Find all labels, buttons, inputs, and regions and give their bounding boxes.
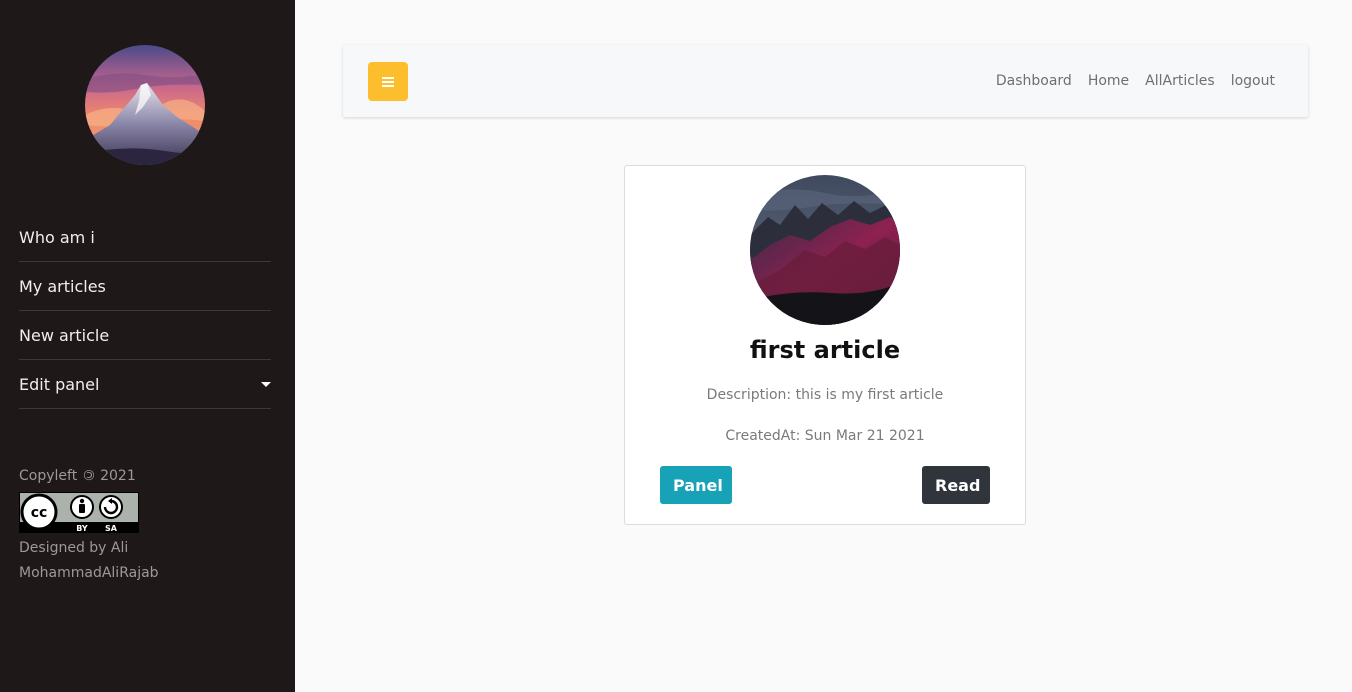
copyleft-line: Copyleft © 2021: [19, 466, 269, 486]
nav-link-logout[interactable]: logout: [1231, 73, 1275, 89]
panel-button[interactable]: Panel: [660, 466, 732, 504]
sidebar-footer: Copyleft © 2021 cc BY SA Designed by Ali…: [19, 466, 269, 586]
designed-by-line1: Designed by Ali: [19, 540, 129, 556]
mountain-range-image: [750, 175, 900, 325]
cc-badge-by-text: BY: [76, 524, 88, 533]
profile-avatar: [85, 45, 205, 165]
designed-by-line2[interactable]: MohammadAliRajab: [19, 561, 269, 586]
sidebar-item-my-articles[interactable]: My articles: [19, 262, 271, 311]
sidebar-item-label: Edit panel: [19, 374, 100, 394]
top-navbar: Dashboard Home AllArticles logout: [343, 45, 1308, 117]
nav-link-home[interactable]: Home: [1088, 73, 1129, 89]
mountain-sunset-image: [85, 45, 205, 165]
sidebar-item-label: Who am i: [19, 227, 95, 247]
sidebar-item-label: My articles: [19, 276, 106, 296]
article-title: first article: [749, 336, 901, 364]
menu-toggle-button[interactable]: [368, 62, 408, 101]
copyleft-text: Copyleft: [19, 468, 78, 484]
sidebar-item-new-article[interactable]: New article: [19, 311, 271, 360]
copyleft-icon: ©: [81, 468, 96, 484]
sidebar-item-edit-panel[interactable]: Edit panel: [19, 360, 271, 409]
hamburger-icon: [382, 76, 394, 87]
sidebar-item-label: New article: [19, 325, 110, 345]
nav-link-all-articles[interactable]: AllArticles: [1145, 73, 1215, 89]
caret-down-icon: [261, 381, 271, 387]
read-button[interactable]: Read: [922, 466, 990, 504]
article-created-at: CreatedAt: Sun Mar 21 2021: [725, 428, 925, 444]
article-description: Description: this is my first article: [706, 387, 944, 403]
sidebar-item-who-am-i[interactable]: Who am i: [19, 213, 271, 262]
sidebar-nav: Who am i My articles New article Edit pa…: [19, 213, 271, 409]
article-image: [750, 175, 900, 325]
article-card: first article Description: this is my fi…: [624, 165, 1026, 525]
top-nav-links: Dashboard Home AllArticles logout: [980, 45, 1275, 117]
nav-link-dashboard[interactable]: Dashboard: [996, 73, 1072, 89]
copyleft-year: 2021: [100, 468, 136, 484]
cc-badge-cc-text: cc: [31, 505, 48, 521]
cc-badge-sa-text: SA: [105, 524, 118, 533]
cc-by-sa-badge[interactable]: cc BY SA: [19, 492, 139, 533]
sidebar: Who am i My articles New article Edit pa…: [0, 0, 295, 692]
